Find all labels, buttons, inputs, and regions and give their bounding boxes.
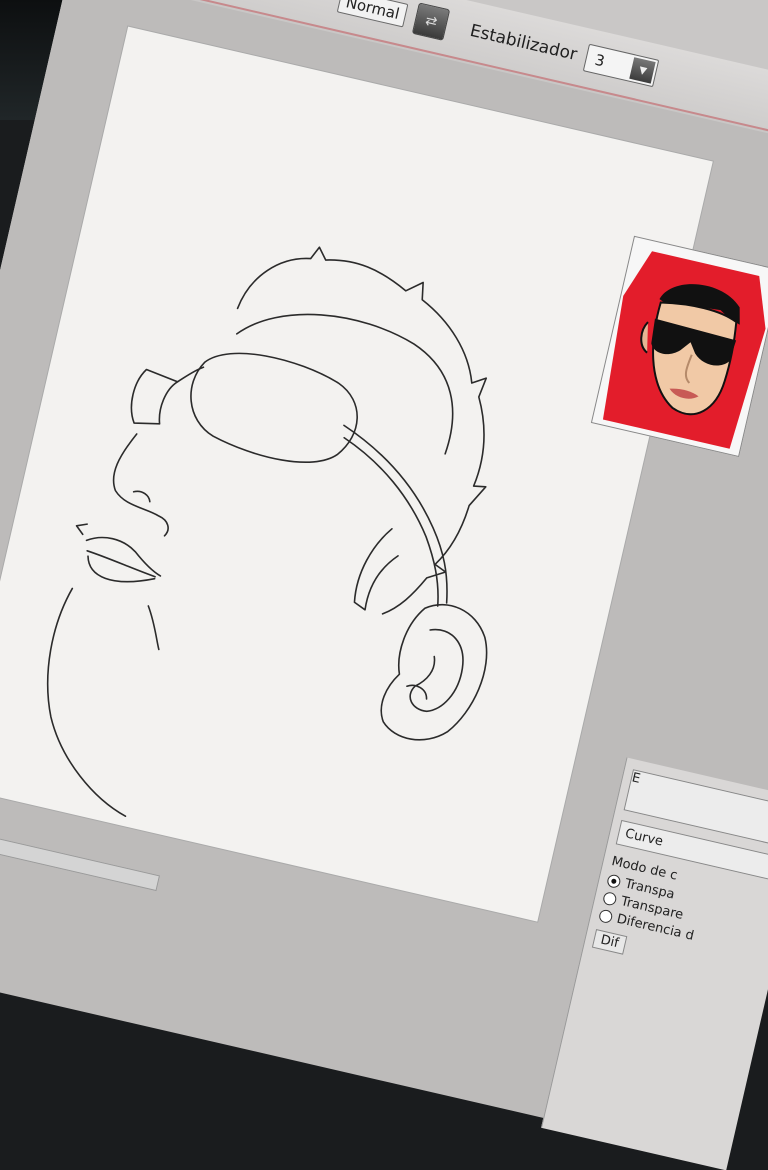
radio-selected-icon[interactable] (606, 873, 622, 890)
glasses-lens (190, 352, 358, 464)
upper-lip (85, 536, 162, 577)
ear (380, 603, 488, 741)
hair-outline (236, 246, 488, 615)
app-window: Normal ⇄ Estabilizador 3 ▼ E Curve Modo … (0, 0, 768, 1170)
drawing-canvas[interactable] (0, 26, 713, 922)
radio-icon[interactable] (597, 908, 614, 925)
ear-inner (409, 628, 464, 713)
blend-mode-select[interactable]: Normal (336, 0, 409, 28)
glasses-arm (343, 424, 448, 604)
stabilizer-label: Estabilizador (468, 20, 579, 65)
dropdown-arrow-icon[interactable]: ▼ (629, 57, 657, 84)
swap-button[interactable]: ⇄ (412, 2, 451, 41)
mark (75, 523, 88, 536)
stabilizer-value: 3 (593, 50, 607, 71)
jaw (46, 587, 127, 818)
dif-button[interactable]: Dif (591, 928, 628, 955)
nose (112, 433, 169, 537)
brush-settings-panel: E Curve Modo de c Transpa Transpare Dife… (541, 757, 768, 1170)
cheek (147, 605, 160, 651)
ear-canal (406, 684, 428, 700)
settings-field-label: E (630, 770, 642, 787)
scalp-line (235, 313, 454, 455)
workspace: E Curve Modo de c Transpa Transpare Dife… (0, 0, 768, 1170)
radio-icon[interactable] (601, 890, 618, 907)
stabilizer-select[interactable]: 3 ▼ (583, 43, 660, 88)
glasses-bridge (176, 366, 205, 383)
swap-colors-icon: ⇄ (423, 12, 439, 31)
glasses-lens-far (130, 368, 179, 425)
sideburn (353, 528, 399, 611)
line-art-sketch (46, 246, 488, 818)
nostril (132, 490, 151, 503)
